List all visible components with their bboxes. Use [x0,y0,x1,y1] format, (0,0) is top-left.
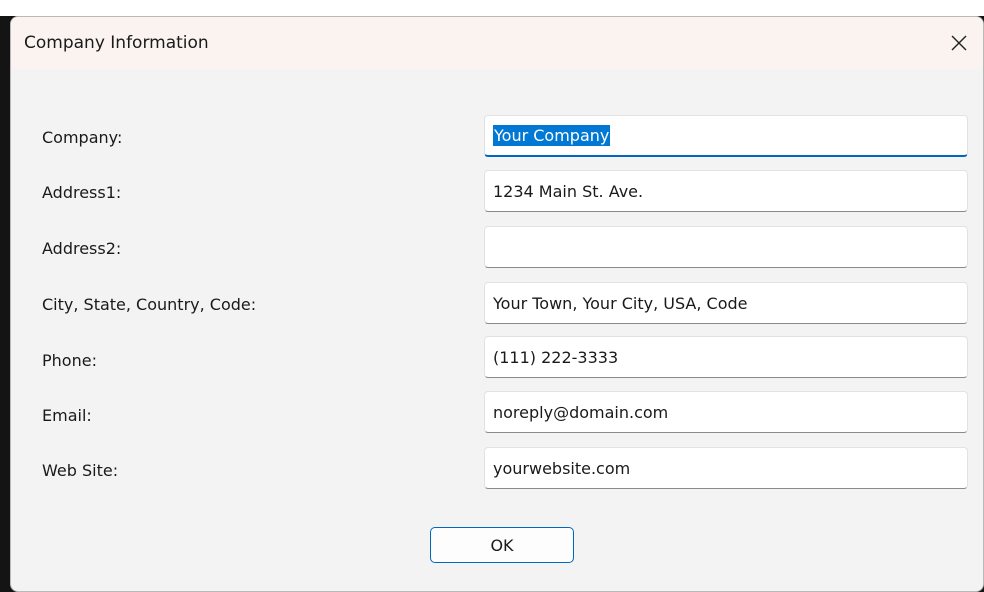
company-label: Company: [42,128,123,147]
company-value: Your Company [493,125,611,146]
dialog-titlebar: Company Information [11,17,983,69]
phone-value: (111) 222-3333 [493,347,619,367]
email-value: noreply@domain.com [493,402,669,422]
city-state-country-code-value: Your Town, Your City, USA, Code [493,293,748,313]
city-state-country-code-input[interactable]: Your Town, Your City, USA, Code [484,282,968,324]
phone-label: Phone: [42,351,97,370]
address1-value: 1234 Main St. Ave. [493,181,644,201]
background-window-strip [0,0,984,16]
address1-input[interactable]: 1234 Main St. Ave. [484,170,968,212]
company-information-dialog: Company Information Company: Your Compan… [10,16,984,592]
address2-input[interactable] [484,226,968,268]
dialog-title: Company Information [24,33,209,53]
address1-label: Address1: [42,183,122,202]
ok-button[interactable]: OK [430,527,574,563]
email-input[interactable]: noreply@domain.com [484,391,968,433]
company-input[interactable]: Your Company [484,115,968,157]
city-state-country-code-label: City, State, Country, Code: [42,295,257,314]
email-label: Email: [42,406,92,425]
address2-label: Address2: [42,239,122,258]
close-button[interactable] [935,17,983,69]
phone-input[interactable]: (111) 222-3333 [484,336,968,378]
web-site-value: yourwebsite.com [493,458,631,478]
web-site-label: Web Site: [42,461,119,480]
web-site-input[interactable]: yourwebsite.com [484,447,968,489]
close-icon [951,35,967,51]
